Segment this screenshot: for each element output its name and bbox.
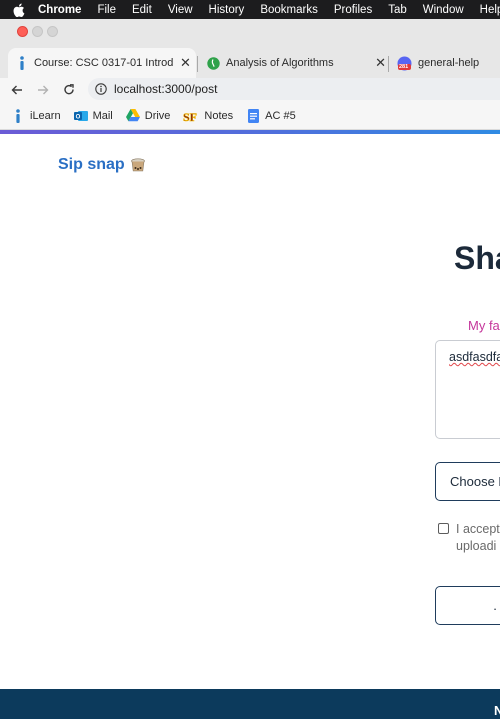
url-text: localhost:3000/post	[114, 82, 218, 96]
choose-file-button[interactable]: Choose F	[435, 462, 500, 501]
tab-strip: Course: CSC 0317-01 Introduct ✕ Analysis…	[0, 44, 500, 78]
page-footer: N	[0, 689, 500, 719]
close-window-button[interactable]	[17, 26, 28, 37]
bookmark-label: Drive	[144, 109, 171, 122]
footer-text: N	[494, 703, 500, 718]
zoom-window-button[interactable]	[47, 26, 58, 37]
bookmark-label: AC #5	[265, 109, 296, 122]
bookmark-label: Mail	[92, 109, 113, 122]
terms-line-2: uploadi	[456, 539, 497, 553]
menu-bookmarks[interactable]: Bookmarks	[260, 4, 318, 16]
address-bar[interactable]: localhost:3000/post	[88, 78, 500, 100]
bookmark-label: Notes	[204, 109, 234, 122]
menu-history[interactable]: History	[209, 4, 245, 16]
brand-name: Sip snap	[58, 156, 125, 173]
forward-arrow-icon[interactable]	[33, 80, 53, 100]
tab-algorithms-label: Analysis of Algorithms	[226, 57, 334, 69]
globe-green-icon	[207, 56, 220, 70]
terms-line-1: I accept	[456, 522, 500, 536]
apple-logo-icon[interactable]	[13, 2, 25, 18]
window-titlebar	[0, 19, 500, 44]
page-title: Sha	[454, 240, 500, 276]
tab-badge-count: 281	[399, 63, 409, 70]
site-logo[interactable]: Sip snap	[58, 156, 146, 174]
menu-view[interactable]: View	[168, 4, 193, 16]
bookmark-ac5[interactable]: AC #5	[246, 108, 296, 123]
terms-label: I accept uploadi	[456, 521, 500, 555]
bookmark-ilearn[interactable]: iLearn	[11, 108, 61, 123]
caption-field-label: My fa	[468, 318, 500, 333]
menu-edit[interactable]: Edit	[132, 4, 152, 16]
terms-checkbox[interactable]	[438, 523, 449, 534]
bookmark-notes[interactable]: SF Notes	[183, 109, 234, 123]
bookmark-label: iLearn	[30, 109, 61, 122]
ilearn-icon	[18, 56, 26, 70]
tab-divider	[197, 56, 198, 72]
bookmark-drive[interactable]: Drive	[125, 109, 171, 123]
tab-course-label: Course: CSC 0317-01 Introduct	[34, 57, 174, 69]
browser-toolbar: localhost:3000/post	[0, 78, 500, 102]
close-tab-icon[interactable]: ✕	[375, 55, 386, 71]
minimize-window-button[interactable]	[32, 26, 43, 37]
tab-general-help[interactable]: 281 general-help	[392, 48, 500, 78]
menu-window[interactable]: Window	[423, 4, 464, 16]
page-top-gradient-bar	[0, 130, 500, 134]
menu-profiles[interactable]: Profiles	[334, 4, 372, 16]
caption-textarea[interactable]: asdfasdfa	[435, 340, 500, 439]
caption-text: asdfasdfa	[449, 350, 500, 364]
menu-help[interactable]: Help	[480, 4, 500, 16]
submit-post-button[interactable]: .	[435, 586, 500, 625]
google-drive-icon	[125, 109, 140, 123]
bookmark-mail[interactable]: O Mail	[73, 109, 113, 123]
site-info-icon[interactable]	[95, 83, 107, 95]
bookmarks-bar: iLearn O Mail Drive SF Notes AC #5	[0, 102, 500, 129]
menu-file[interactable]: File	[97, 4, 116, 16]
outlook-icon: O	[73, 109, 88, 123]
svg-text:SF: SF	[183, 110, 197, 123]
tab-course[interactable]: Course: CSC 0317-01 Introduct ✕	[8, 48, 196, 78]
google-docs-icon	[246, 108, 260, 123]
back-arrow-icon[interactable]	[7, 80, 27, 100]
tab-divider	[388, 56, 389, 72]
tab-general-help-label: general-help	[418, 57, 480, 69]
menu-chrome[interactable]: Chrome	[38, 4, 81, 16]
reload-icon[interactable]	[59, 80, 79, 100]
mac-menu-bar: Chrome File Edit View History Bookmarks …	[0, 0, 500, 19]
tab-algorithms[interactable]: Analysis of Algorithms ✕	[200, 48, 386, 78]
discord-badge-icon: 281	[397, 56, 412, 71]
ilearn-icon	[11, 108, 25, 123]
sf-notes-icon: SF	[183, 109, 199, 123]
bubble-tea-cup-icon	[130, 158, 146, 172]
close-tab-icon[interactable]: ✕	[180, 55, 191, 71]
svg-text:O: O	[75, 114, 80, 120]
submit-button-label: .	[493, 598, 497, 613]
menu-tab[interactable]: Tab	[388, 4, 407, 16]
